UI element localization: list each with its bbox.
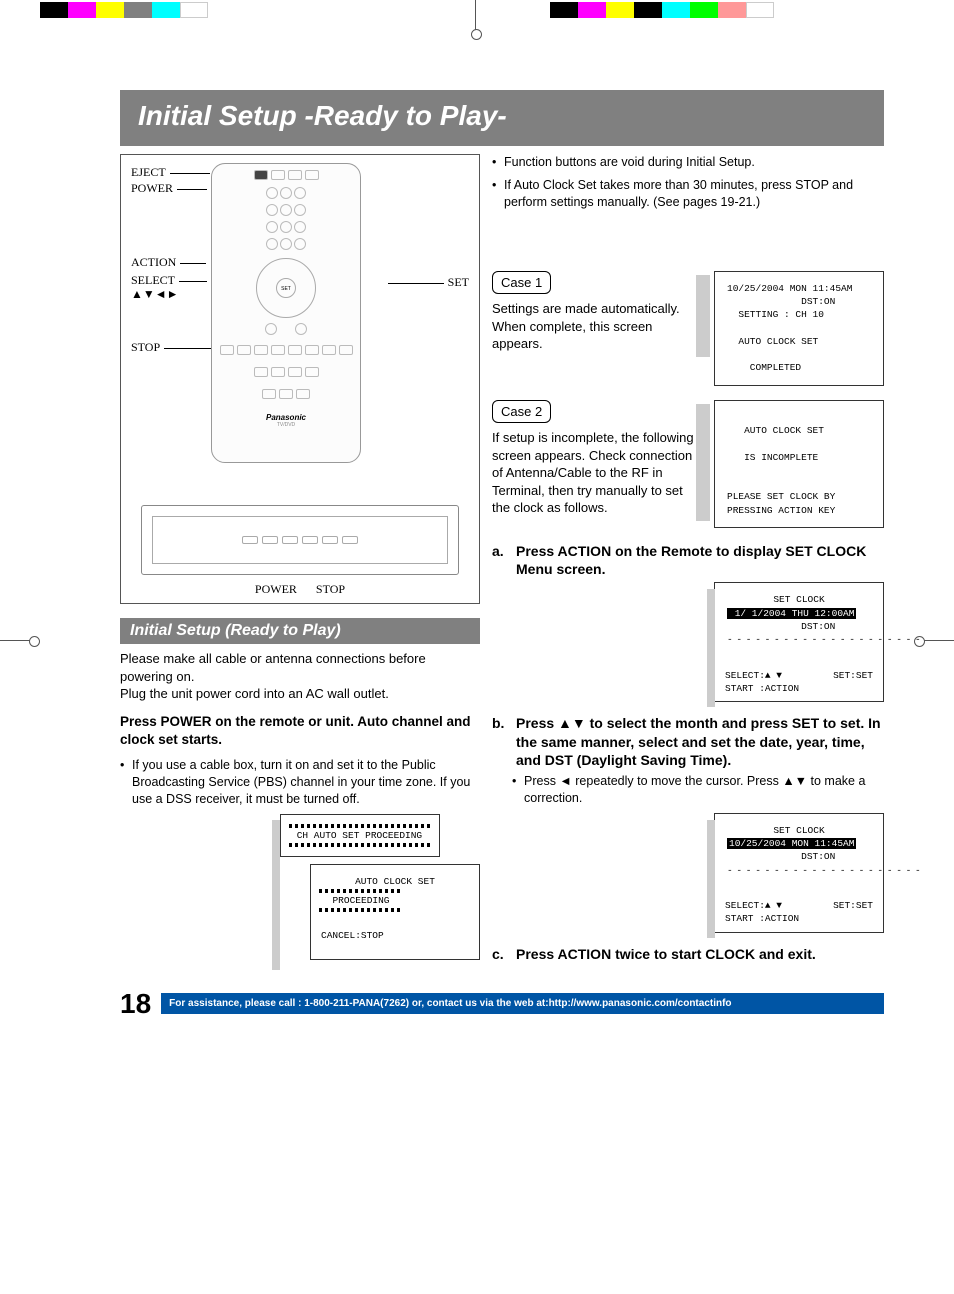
step-b-sub: •Press ◄ repeatedly to move the cursor. … [512, 773, 884, 807]
step-a: a.Press ACTION on the Remote to display … [492, 542, 884, 578]
case-1: Case 1 Settings are made automatically. … [492, 271, 884, 386]
page-number: 18 [120, 988, 151, 1020]
function-buttons-note: •Function buttons are void during Initia… [492, 154, 884, 171]
case-1-osd: 10/25/2004 MON 11:45AM DST:ON SETTING : … [714, 271, 884, 386]
step-a-osd: SET CLOCK 1/ 1/2004 THU 12:00AM DST:ON -… [714, 582, 884, 702]
label-set: SET [388, 275, 469, 290]
label-eject: EJECT [131, 165, 210, 180]
label-arrows: ▲▼◄► [131, 287, 179, 302]
step-b-osd: SET CLOCK 10/25/2004 MON 11:45AM DST:ON … [714, 813, 884, 933]
proceeding-osd: CH AUTO SET PROCEEDING AUTO CLOCK SET PR… [280, 814, 480, 964]
step-c: c.Press ACTION twice to start CLOCK and … [492, 945, 884, 963]
nav-ring: SET [256, 258, 316, 318]
case-2-label: Case 2 [492, 400, 551, 424]
step-b: b.Press ▲▼ to select the month and press… [492, 714, 884, 769]
thirty-minute-note: •If Auto Clock Set takes more than 30 mi… [492, 177, 884, 211]
case-1-label: Case 1 [492, 271, 551, 295]
remote-model: TV/DVD [212, 422, 360, 428]
page-footer: 18 For assistance, please call : 1-800-2… [120, 988, 884, 1020]
unit-labels: POWER STOP [121, 582, 479, 597]
case-2: Case 2 If setup is incomplete, the follo… [492, 400, 884, 528]
assistance-bar: For assistance, please call : 1-800-211-… [161, 993, 884, 1014]
label-select: SELECT [131, 273, 207, 288]
remote-diagram: EJECT POWER ACTION SELECT ▲▼◄► STOP SET [120, 154, 480, 604]
press-power-instruction: Press POWER on the remote or unit. Auto … [120, 713, 480, 749]
label-stop: STOP [131, 340, 214, 355]
section-subheader: Initial Setup (Ready to Play) [120, 618, 480, 644]
remote-brand: Panasonic [212, 413, 360, 422]
remote-body: SET Panasonic TV/DVD [211, 163, 361, 463]
page-title-banner: Initial Setup -Ready to Play- [120, 90, 884, 146]
case-2-osd: AUTO CLOCK SET IS INCOMPLETE PLEASE SET … [714, 400, 884, 528]
label-action: ACTION [131, 255, 206, 270]
cable-box-note: •If you use a cable box, turn it on and … [120, 757, 480, 808]
player-unit [141, 505, 459, 575]
label-power: POWER [131, 181, 207, 196]
intro-text: Please make all cable or antenna connect… [120, 650, 480, 703]
